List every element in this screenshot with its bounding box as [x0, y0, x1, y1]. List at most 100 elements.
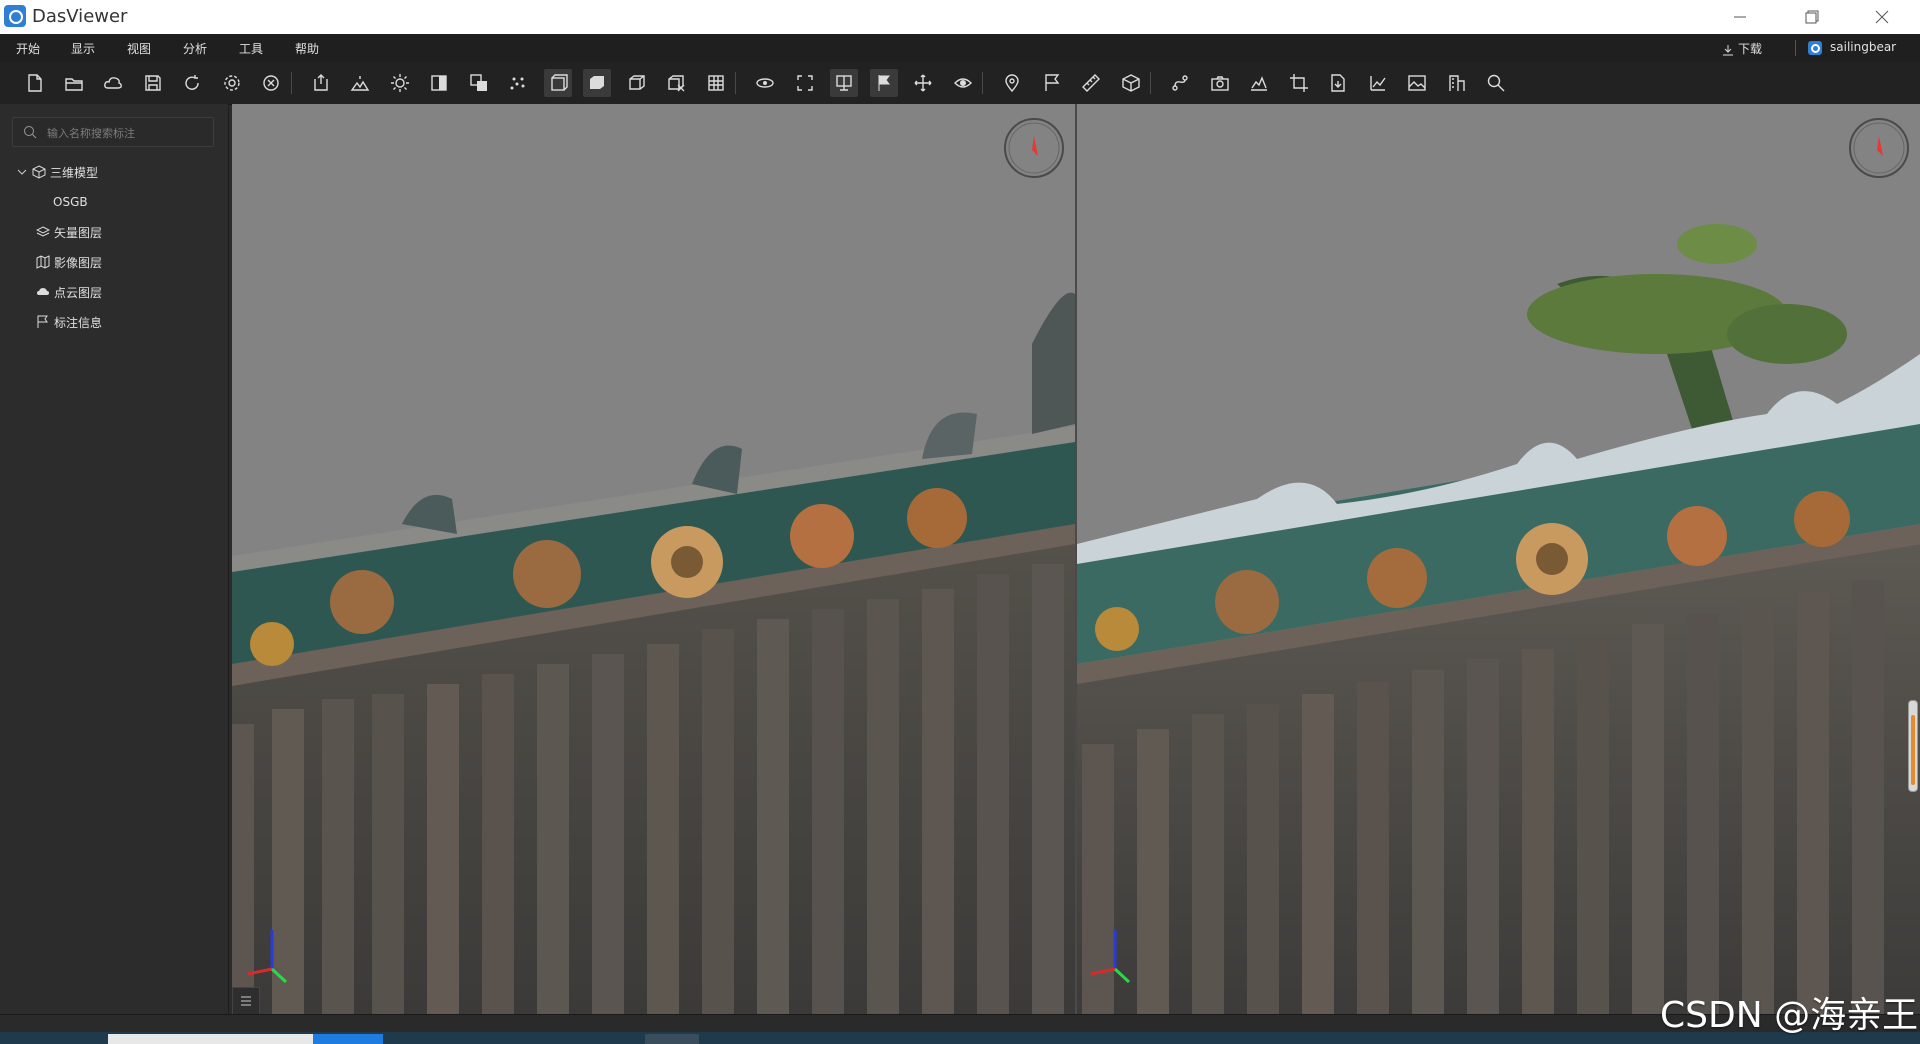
list-icon — [241, 996, 251, 1006]
close-window-button[interactable] — [1860, 2, 1906, 32]
map-icon — [36, 255, 50, 269]
user-account[interactable]: sailingbear — [1808, 40, 1896, 55]
fullscreen-icon — [796, 75, 813, 91]
menu-help[interactable]: 帮助 — [295, 40, 319, 57]
minimize-icon — [1734, 16, 1746, 18]
compass-needle-icon — [1877, 136, 1883, 156]
cloud-icon — [104, 77, 122, 89]
layer-list-button[interactable] — [232, 987, 260, 1014]
tree-item-label: 标注信息 — [54, 315, 103, 330]
import-model-icon — [313, 74, 328, 91]
user-logo-icon — [1808, 40, 1822, 55]
tree-item-label: 三维模型 — [50, 165, 99, 180]
crop-button[interactable] — [1285, 69, 1313, 97]
cloud-points-icon — [37, 288, 49, 295]
settings-button[interactable] — [218, 69, 246, 97]
fullscreen-button[interactable] — [791, 69, 819, 97]
export-icon — [1331, 74, 1345, 92]
close-circle-icon — [263, 75, 279, 91]
menu-tools[interactable]: 工具 — [239, 40, 263, 57]
orbit-button[interactable] — [751, 69, 779, 97]
box-clip-button[interactable] — [662, 69, 690, 97]
chart-button[interactable] — [1364, 69, 1392, 97]
compass-widget[interactable] — [1847, 116, 1911, 180]
compass-needle-icon — [1032, 136, 1038, 156]
wire-box-icon — [628, 75, 645, 90]
export-button[interactable] — [1324, 69, 1352, 97]
menu-separator — [1795, 40, 1796, 56]
3d-viewport[interactable] — [232, 104, 1920, 1014]
download-button[interactable]: 下载 — [1722, 40, 1762, 57]
search-input[interactable] — [45, 122, 209, 144]
axis-gizmo-icon — [1090, 930, 1131, 984]
status-bar — [0, 1014, 1920, 1033]
pan-icon — [914, 74, 932, 92]
points-button[interactable] — [504, 69, 532, 97]
flag-marker-button[interactable] — [869, 69, 898, 97]
axis-gizmo-icon — [247, 930, 288, 984]
terrain-icon — [350, 76, 370, 91]
grid-icon — [707, 75, 724, 91]
search-icon — [1487, 74, 1505, 92]
menu-view[interactable]: 视图 — [127, 40, 151, 57]
tree-item-annotations[interactable]: 标注信息 — [36, 311, 102, 333]
open-folder-button[interactable] — [60, 69, 88, 97]
taskbar-item[interactable] — [645, 1034, 699, 1044]
menu-analysis[interactable]: 分析 — [183, 40, 207, 57]
viewport-right-pane[interactable] — [1077, 104, 1920, 1014]
wire-box-button[interactable] — [623, 69, 651, 97]
split-view-button[interactable] — [425, 69, 453, 97]
viewport-scrollbar[interactable] — [1908, 700, 1918, 792]
import-model-button[interactable] — [307, 69, 335, 97]
pan-button[interactable] — [909, 69, 937, 97]
eye-rotate-button[interactable] — [949, 69, 977, 97]
toolbar-separator — [982, 72, 983, 94]
minimize-button[interactable] — [1718, 2, 1764, 32]
building-button[interactable] — [1443, 69, 1471, 97]
flag-icon — [37, 315, 48, 328]
taskbar-item[interactable] — [108, 1034, 313, 1044]
grid-button[interactable] — [702, 69, 730, 97]
route-button[interactable] — [1166, 69, 1194, 97]
volume-icon — [1121, 74, 1140, 92]
refresh-button[interactable] — [178, 69, 206, 97]
profile-button[interactable] — [1245, 69, 1273, 97]
cloud-button[interactable] — [99, 69, 127, 97]
pin-button[interactable] — [998, 69, 1026, 97]
layer-compare-button[interactable] — [465, 69, 493, 97]
app-title: DasViewer — [32, 6, 128, 27]
ruler-button[interactable] — [1077, 69, 1105, 97]
camera-button[interactable] — [1206, 69, 1234, 97]
taskbar-item[interactable] — [313, 1034, 383, 1044]
download-label: 下载 — [1738, 42, 1763, 56]
restore-button[interactable] — [1790, 2, 1836, 32]
new-file-button[interactable] — [20, 69, 48, 97]
chevron-down-icon[interactable] — [16, 166, 28, 178]
save-button[interactable] — [139, 69, 167, 97]
new-file-icon — [28, 74, 42, 92]
viewport-left-pane[interactable] — [232, 104, 1075, 1014]
menu-start[interactable]: 开始 — [16, 40, 40, 57]
menu-display[interactable]: 显示 — [71, 40, 95, 57]
front-view-icon — [550, 74, 568, 91]
tree-item-point-cloud-layer[interactable]: 点云图层 — [36, 281, 102, 303]
volume-button[interactable] — [1117, 69, 1145, 97]
sun-button[interactable] — [386, 69, 414, 97]
close-circle-button[interactable] — [257, 69, 285, 97]
front-view-button[interactable] — [543, 69, 572, 97]
tree-item-3d-model[interactable]: 三维模型 — [16, 161, 98, 183]
tree-item-osgb[interactable]: OSGB — [53, 191, 88, 213]
terrain-button[interactable] — [346, 69, 374, 97]
cube-icon — [32, 165, 46, 179]
tree-item-image-layer[interactable]: 影像图层 — [36, 251, 102, 273]
compass-widget[interactable] — [1002, 116, 1066, 180]
image-button[interactable] — [1403, 69, 1431, 97]
screen-split-button[interactable] — [830, 69, 858, 97]
search-button[interactable] — [1482, 69, 1510, 97]
solid-box-button[interactable] — [583, 69, 611, 97]
flag-button[interactable] — [1038, 69, 1066, 97]
tree-item-vector-layer[interactable]: 矢量图层 — [36, 221, 102, 243]
layer-sidebar: 三维模型 OSGB 矢量图层 影像图层 点云图层 标注信息 — [0, 104, 229, 1014]
title-bar: DasViewer — [0, 0, 1920, 34]
crop-icon — [1289, 74, 1308, 92]
